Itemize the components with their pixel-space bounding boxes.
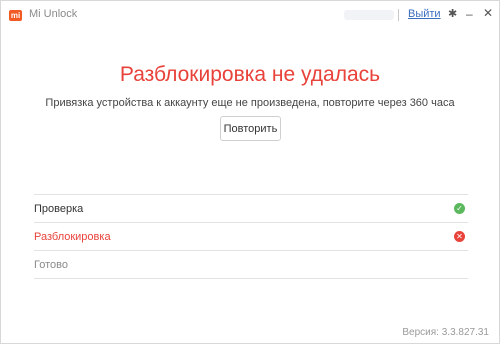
logout-link[interactable]: Выйти [408, 8, 441, 20]
account-name-redacted [344, 10, 394, 20]
error-message: Привязка устройства к аккаунту еще не пр… [45, 97, 455, 109]
mi-logo-icon: mi [9, 10, 22, 21]
minimize-icon[interactable]: – [466, 7, 473, 21]
app-window: mi Mi Unlock Выйти ✱ – ✕ Разблокировка н… [0, 0, 500, 344]
check-circle-icon: ✓ [454, 203, 465, 214]
step-label: Готово [34, 259, 68, 271]
step-label: Проверка [34, 203, 84, 215]
title-bar: mi Mi Unlock Выйти ✱ – ✕ [1, 1, 499, 29]
app-title: Mi Unlock [29, 8, 78, 20]
close-icon[interactable]: ✕ [483, 6, 493, 20]
steps-list: Проверка ✓ Разблокировка ✕ Готово [34, 194, 468, 279]
x-circle-icon: ✕ [454, 231, 465, 242]
version-label: Версия: 3.3.827.31 [402, 327, 489, 338]
step-label: Разблокировка [34, 231, 111, 243]
list-item: Разблокировка ✕ [34, 223, 468, 251]
gear-icon[interactable]: ✱ [448, 7, 457, 20]
page-title: Разблокировка не удалась [119, 63, 381, 86]
retry-button[interactable]: Повторить [220, 116, 281, 141]
list-item: Проверка ✓ [34, 195, 468, 223]
list-item: Готово [34, 251, 468, 279]
divider [398, 9, 399, 21]
